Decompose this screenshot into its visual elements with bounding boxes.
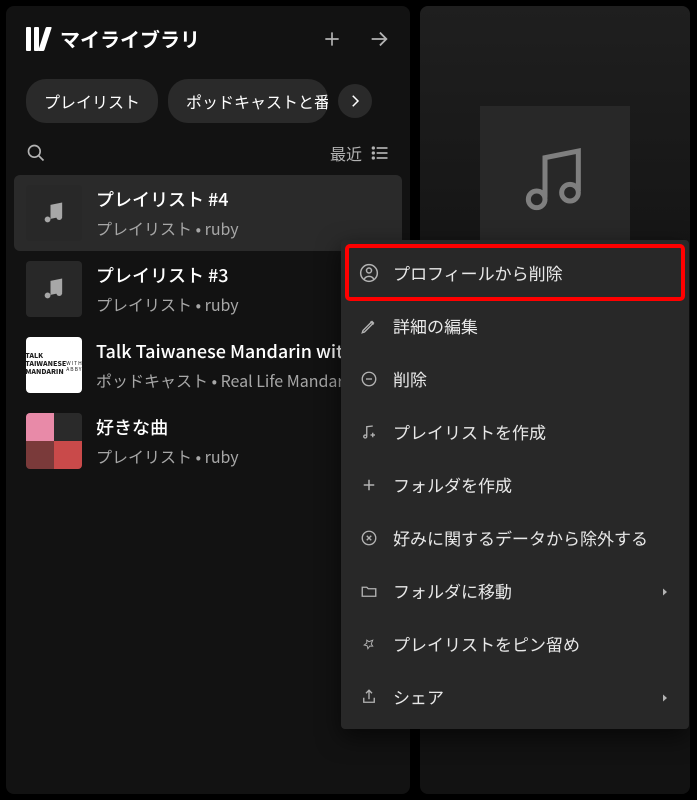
chevron-right-icon: [346, 92, 364, 110]
folder-icon: [359, 581, 379, 601]
menu-label: プレイリストをピン留め: [393, 631, 580, 656]
item-subtitle: プレイリスト • ruby: [96, 216, 239, 240]
menu-label: フォルダを作成: [393, 472, 512, 497]
menu-label: 削除: [393, 366, 427, 391]
menu-label: 好みに関するデータから除外する: [393, 525, 648, 550]
chevron-right-icon: [659, 684, 671, 709]
liked-songs-art: [26, 413, 82, 469]
item-title: 好きな曲: [96, 414, 239, 440]
context-menu: プロフィールから削除 詳細の編集 削除 プレイリストを作成 フォルダを作成 好み…: [341, 240, 689, 729]
chips-scroll-right[interactable]: [338, 84, 372, 118]
edit-icon: [359, 316, 379, 336]
menu-remove-from-profile[interactable]: プロフィールから削除: [347, 246, 683, 299]
pin-icon: [359, 634, 379, 654]
minus-circle-icon: [359, 369, 379, 389]
playlist-art: [26, 261, 82, 317]
menu-exclude-taste[interactable]: 好みに関するデータから除外する: [347, 511, 683, 564]
header-actions: [322, 28, 390, 50]
item-title: プレイリスト #4: [96, 186, 239, 212]
menu-label: シェア: [393, 684, 444, 709]
item-title: プレイリスト #3: [96, 262, 239, 288]
menu-label: フォルダに移動: [393, 578, 512, 603]
music-note-icon: [515, 141, 595, 221]
menu-label: プロフィールから削除: [393, 260, 563, 285]
menu-pin-playlist[interactable]: プレイリストをピン留め: [347, 617, 683, 670]
chip-podcast[interactable]: ポッドキャストと番組: [168, 79, 328, 123]
library-icon: [26, 27, 48, 51]
sidebar-header: マイライブラリ: [6, 6, 410, 71]
menu-edit-details[interactable]: 詳細の編集: [347, 299, 683, 352]
search-sort-row: 最近: [6, 137, 410, 175]
filter-chips: プレイリスト ポッドキャストと番組: [6, 71, 410, 137]
profile-icon: [359, 263, 379, 283]
library-search-button[interactable]: [26, 143, 46, 163]
podcast-art: TALKTAIWANESEMANDARIN WITH ABBY: [26, 337, 82, 393]
chip-playlist[interactable]: プレイリスト: [26, 79, 158, 123]
music-note-icon: [40, 275, 68, 303]
share-icon: [359, 687, 379, 707]
item-subtitle: プレイリスト • ruby: [96, 292, 239, 316]
expand-button[interactable]: [368, 28, 390, 50]
plus-icon: [359, 475, 379, 495]
menu-delete[interactable]: 削除: [347, 352, 683, 405]
menu-label: 詳細の編集: [393, 313, 478, 338]
item-text: 好きな曲 プレイリスト • ruby: [96, 414, 239, 468]
sort-label: 最近: [330, 141, 362, 165]
sort-button[interactable]: 最近: [330, 141, 390, 165]
create-button[interactable]: [322, 28, 342, 50]
menu-move-to-folder[interactable]: フォルダに移動: [347, 564, 683, 617]
search-icon: [26, 143, 46, 163]
menu-share[interactable]: シェア: [347, 670, 683, 723]
library-title: マイライブラリ: [60, 24, 310, 53]
item-subtitle: プレイリスト • ruby: [96, 444, 239, 468]
playlist-art: [26, 185, 82, 241]
music-note-icon: [40, 199, 68, 227]
x-circle-icon: [359, 528, 379, 548]
menu-create-folder[interactable]: フォルダを作成: [347, 458, 683, 511]
item-text: プレイリスト #3 プレイリスト • ruby: [96, 262, 239, 316]
playlist-add-icon: [359, 422, 379, 442]
menu-create-playlist[interactable]: プレイリストを作成: [347, 405, 683, 458]
item-text: プレイリスト #4 プレイリスト • ruby: [96, 186, 239, 240]
menu-label: プレイリストを作成: [393, 419, 546, 444]
list-icon: [370, 143, 390, 163]
plus-icon: [322, 29, 342, 49]
playlist-cover-placeholder: [480, 106, 630, 256]
chevron-right-icon: [659, 578, 671, 603]
arrow-right-icon: [368, 28, 390, 50]
